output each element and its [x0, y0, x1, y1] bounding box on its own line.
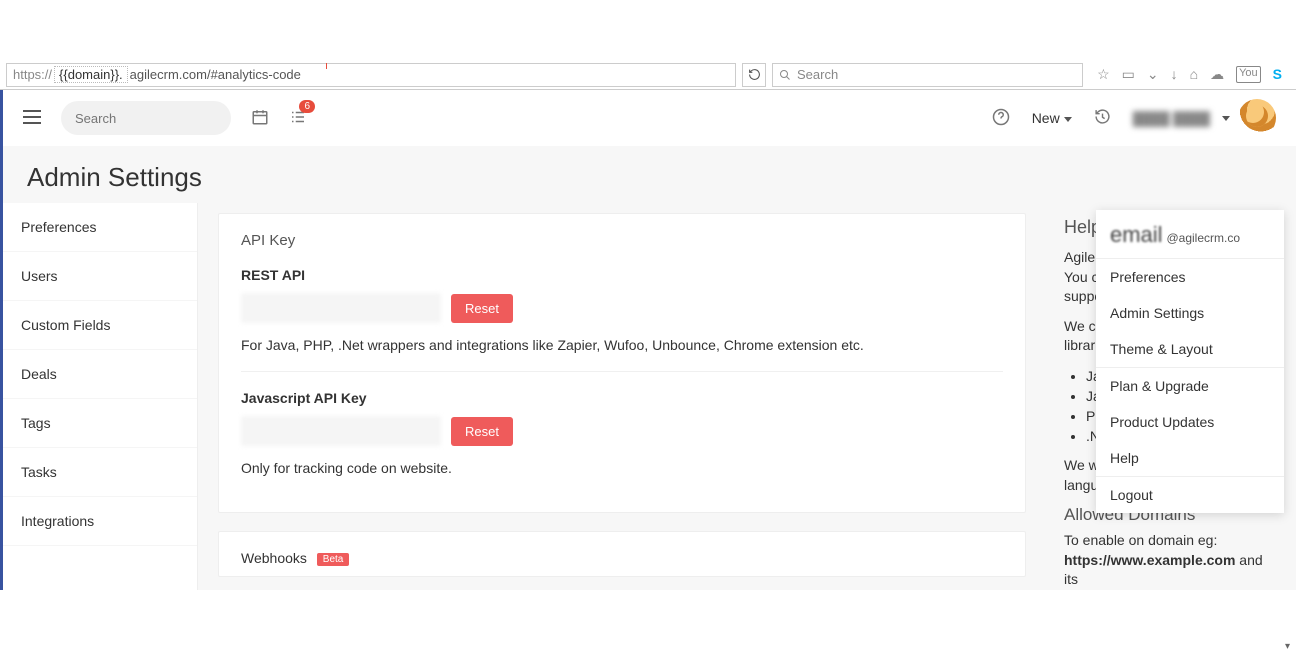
help-icon[interactable]: [992, 108, 1010, 129]
decorative-tick: [326, 63, 327, 69]
js-api-label: Javascript API Key: [241, 390, 1003, 406]
js-reset-button[interactable]: Reset: [451, 417, 513, 446]
search-input[interactable]: [75, 111, 251, 126]
sidebar-item-deals[interactable]: Deals: [3, 350, 197, 399]
bookmark-icon[interactable]: ☆: [1097, 66, 1110, 83]
url-rest: agilecrm.com/#analytics-code: [130, 67, 301, 82]
main-content: API Key REST API Reset For Java, PHP, .N…: [198, 203, 1046, 590]
sidebar-item-label: Preferences: [21, 219, 96, 235]
sidebar-item-label: Users: [21, 268, 58, 284]
chat-icon[interactable]: ☁: [1210, 66, 1224, 83]
js-api-desc: Only for tracking code on website.: [241, 460, 1003, 476]
pocket-icon[interactable]: ⌄: [1147, 66, 1159, 83]
download-icon[interactable]: ↓: [1171, 66, 1178, 83]
js-api-key-row: Reset: [241, 416, 1003, 446]
sidebar-item-tags[interactable]: Tags: [3, 399, 197, 448]
card-title: API Key: [241, 232, 1003, 249]
tasks-icon[interactable]: 6: [289, 108, 307, 129]
clipboard-icon[interactable]: ▭: [1122, 66, 1135, 83]
sidebar-item-label: Deals: [21, 366, 57, 382]
rest-reset-button[interactable]: Reset: [451, 294, 513, 323]
dropdown-email-domain: @agilecrm.co: [1166, 231, 1240, 245]
rest-api-desc: For Java, PHP, .Net wrappers and integra…: [241, 337, 1003, 353]
sidebar-item-integrations[interactable]: Integrations: [3, 497, 197, 546]
topbar-right: New ████ ████: [992, 99, 1276, 137]
dropdown-theme-layout[interactable]: Theme & Layout: [1096, 331, 1284, 367]
topbar: 6 New ████ ████: [3, 90, 1296, 146]
webhooks-title: Webhooks: [241, 550, 307, 566]
avatar: [1238, 99, 1276, 137]
dropdown-email-label: email: [1110, 222, 1163, 248]
allowed-domains-text: To enable on domain eg: https://www.exam…: [1064, 531, 1278, 590]
new-dropdown[interactable]: New: [1032, 110, 1072, 126]
sidebar-item-preferences[interactable]: Preferences: [3, 203, 197, 252]
beta-badge: Beta: [317, 553, 350, 566]
dropdown-product-updates[interactable]: Product Updates: [1096, 404, 1284, 440]
sidebar-item-label: Integrations: [21, 513, 94, 529]
sidebar-item-custom-fields[interactable]: Custom Fields: [3, 301, 197, 350]
scroll-down-indicator[interactable]: [1285, 636, 1295, 646]
browser-search-placeholder: Search: [797, 67, 838, 82]
url-protocol: https://: [13, 67, 52, 82]
dropdown-help[interactable]: Help: [1096, 440, 1284, 476]
sidebar-item-label: Tasks: [21, 464, 57, 480]
webhooks-card: Webhooks Beta: [218, 531, 1026, 577]
api-key-card: API Key REST API Reset For Java, PHP, .N…: [218, 213, 1026, 513]
menu-toggle-icon[interactable]: [23, 110, 41, 127]
app-search[interactable]: [61, 101, 231, 135]
rest-api-key-row: Reset: [241, 293, 1003, 323]
browser-search[interactable]: Search: [772, 63, 1083, 87]
user-menu-trigger[interactable]: ████ ████: [1133, 99, 1276, 137]
reload-button[interactable]: [742, 63, 766, 87]
skype-icon[interactable]: S: [1273, 66, 1282, 83]
rest-api-key-value: [241, 293, 441, 323]
caret-down-icon: [1222, 116, 1230, 121]
divider: [241, 371, 1003, 372]
history-icon[interactable]: [1094, 108, 1111, 128]
settings-sidebar: Preferences Users Custom Fields Deals Ta…: [3, 203, 198, 590]
dropdown-preferences[interactable]: Preferences: [1096, 259, 1284, 295]
dropdown-header: email @agilecrm.co: [1096, 210, 1284, 259]
sidebar-item-label: Custom Fields: [21, 317, 110, 333]
browser-toolbar-icons: ☆ ▭ ⌄ ↓ ⌂ ☁ You S: [1089, 66, 1290, 83]
username-blurred: ████ ████: [1133, 111, 1210, 126]
user-dropdown-menu: email @agilecrm.co Preferences Admin Set…: [1096, 210, 1284, 513]
notification-badge: 6: [299, 100, 315, 113]
home-icon[interactable]: ⌂: [1190, 66, 1198, 83]
youtube-icon[interactable]: You: [1236, 66, 1261, 83]
sidebar-item-users[interactable]: Users: [3, 252, 197, 301]
calendar-icon[interactable]: [251, 108, 269, 129]
sidebar-item-label: Tags: [21, 415, 51, 431]
rest-api-label: REST API: [241, 267, 1003, 283]
sidebar-item-tasks[interactable]: Tasks: [3, 448, 197, 497]
new-label: New: [1032, 110, 1060, 126]
url-domain-placeholder: {{domain}}.: [54, 66, 128, 83]
browser-chrome: https:// {{domain}}. agilecrm.com/#analy…: [0, 60, 1296, 90]
url-bar[interactable]: https:// {{domain}}. agilecrm.com/#analy…: [6, 63, 736, 87]
caret-down-icon: [1064, 117, 1072, 122]
dropdown-plan-upgrade[interactable]: Plan & Upgrade: [1096, 368, 1284, 404]
js-api-key-value: [241, 416, 441, 446]
dropdown-logout[interactable]: Logout: [1096, 477, 1284, 513]
dropdown-admin-settings[interactable]: Admin Settings: [1096, 295, 1284, 331]
page-title: Admin Settings: [3, 146, 1296, 203]
